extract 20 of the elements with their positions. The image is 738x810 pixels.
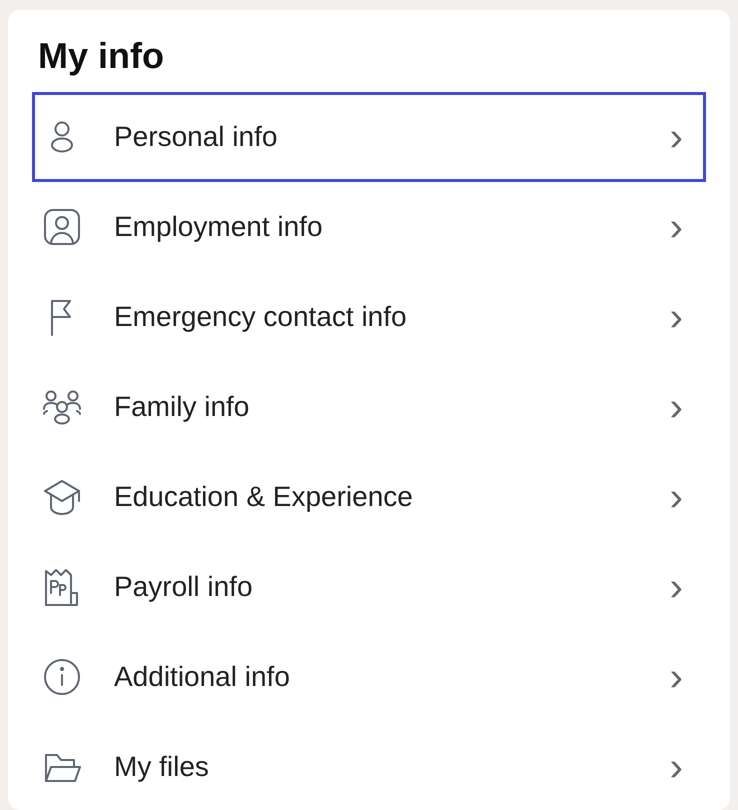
info-icon xyxy=(42,657,82,697)
menu-item[interactable]: Additional info › xyxy=(32,632,706,722)
chevron-icon: › xyxy=(670,567,683,607)
menu-item[interactable]: My files › xyxy=(32,722,706,810)
chevron-icon: › xyxy=(670,387,683,427)
menu-item[interactable]: Personal info › xyxy=(32,92,706,182)
chevron-icon: › xyxy=(670,747,683,787)
menu-item[interactable]: Emergency contact info › xyxy=(32,272,706,362)
id-badge-icon xyxy=(42,207,82,247)
chevron-icon: › xyxy=(670,207,683,247)
chevron-icon: › xyxy=(670,297,683,337)
chevron-icon: › xyxy=(670,657,683,697)
graduation-cap-icon xyxy=(42,477,82,517)
menu-item[interactable]: Family info › xyxy=(32,362,706,452)
chevron-icon: › xyxy=(670,117,683,157)
chevron-icon: › xyxy=(670,477,683,517)
menu-item[interactable]: Employment info › xyxy=(32,182,706,272)
menu-item[interactable]: Payroll info › xyxy=(32,542,706,632)
section-title: My info xyxy=(38,34,164,78)
menu-item[interactable]: Education & Experience › xyxy=(32,452,706,542)
